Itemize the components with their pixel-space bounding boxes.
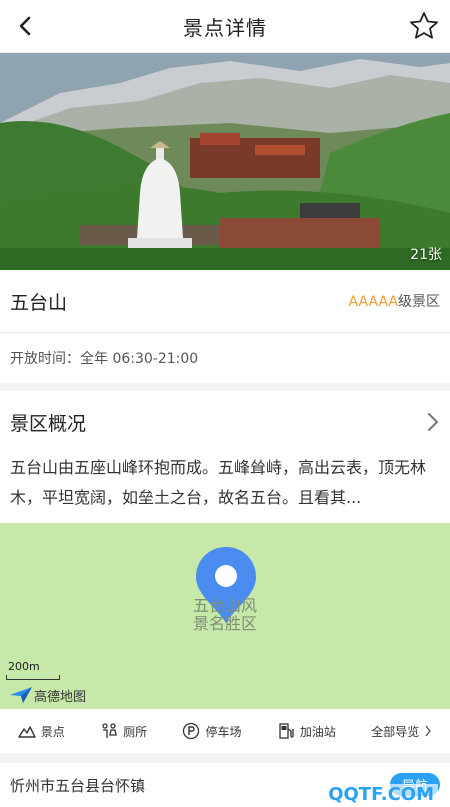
star-icon (410, 12, 438, 39)
amap-logo-icon (10, 687, 32, 703)
back-button[interactable] (0, 0, 52, 52)
toilet-icon (102, 723, 117, 738)
poi-toilet-label: 厕所 (123, 724, 148, 739)
parking-icon (183, 722, 200, 740)
poi-scenic-label: 景点 (40, 724, 65, 739)
top-bar: 景点详情 (0, 0, 450, 53)
mountain-icon (17, 726, 36, 738)
spot-name: 五台山 (10, 291, 68, 314)
spot-name-bar: 五台山 AAAAA级景区 (0, 270, 450, 333)
opening-hours: 开放时间：全年 06:30-21:00 (0, 333, 450, 391)
map-label-line2: 景名胜区 (192, 614, 257, 633)
map-provider-name: 高德地图 (34, 689, 87, 705)
favorite-button[interactable] (398, 0, 450, 52)
watermark: QQTF.COM (324, 784, 438, 805)
address-bar: 忻州市五台县台怀镇 导航 QQTF.COM (0, 763, 450, 807)
poi-gas-label: 加油站 (299, 724, 336, 739)
overview-header[interactable]: 景区概况 (0, 391, 450, 453)
grade-suffix: 级景区 (398, 294, 440, 310)
poi-bar: 景点 厕所 停车场 加油站 全部导览 (0, 709, 450, 763)
overview-text: 五台山由五座山峰环抱而成。五峰耸峙，高出云表，顶无林木，平坦宽阔，如垒土之台，故… (10, 458, 427, 507)
photo-count: 21张 (410, 247, 442, 263)
map-scale-bar (6, 675, 60, 680)
page-title: 景点详情 (183, 15, 267, 40)
poi-scenic-button[interactable]: 景点 (17, 723, 65, 740)
poi-all-guide-button[interactable]: 全部导览 (371, 723, 432, 740)
map-view[interactable]: 五台山风 景名胜区 200m 高德地图 (0, 523, 450, 709)
back-arrow-icon (19, 16, 31, 36)
gas-station-icon (279, 723, 294, 739)
hero-image[interactable]: 21张 (0, 53, 450, 270)
map-provider-logo: 高德地图 (8, 685, 86, 705)
poi-all-guide-label: 全部导览 (371, 724, 420, 739)
overview-heading: 景区概况 (10, 412, 87, 435)
poi-gas-button[interactable]: 加油站 (277, 722, 336, 740)
chevron-right-icon (428, 413, 438, 431)
chevron-right-icon (425, 725, 432, 737)
grade-stars: AAAAA (348, 294, 398, 310)
address-text: 忻州市五台县台怀镇 (10, 776, 146, 795)
spot-grade: AAAAA级景区 (349, 291, 440, 311)
poi-toilet-button[interactable]: 厕所 (100, 723, 147, 740)
landscape-image (0, 53, 450, 270)
map-label-line1: 五台山风 (192, 596, 257, 615)
poi-parking-label: 停车场 (205, 724, 242, 739)
map-area-label: 五台山风 景名胜区 (0, 597, 450, 633)
poi-parking-button[interactable]: 停车场 (182, 722, 241, 740)
map-scale-label: 200m (8, 660, 40, 673)
